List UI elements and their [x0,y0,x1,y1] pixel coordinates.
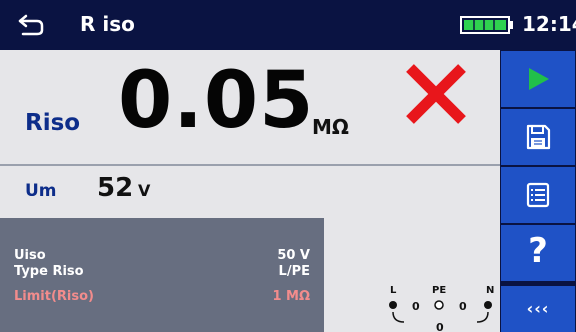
riso-unit: MΩ [312,115,349,139]
fail-x-icon [406,64,466,124]
param-value: 1 MΩ [272,289,310,304]
terminal-value-pe-n: 0 [459,300,467,313]
header-bar: R iso 12:14 [0,0,576,50]
param-label: Type Riso [14,264,84,279]
terminal-label-pe: PE [432,285,446,296]
riso-value: 0.05 [118,56,315,146]
terminal-dot-pe [434,300,444,310]
play-icon [529,68,549,90]
terminal-dot-n [484,301,492,309]
terminal-dot-l [389,301,397,309]
terminal-diagram: L PE N 0 0 0 [389,285,494,332]
terminal-value-l-pe: 0 [412,300,420,313]
start-button[interactable] [501,51,575,107]
parameters-panel[interactable]: Uiso 50 V Type Riso L/PE Limit(Riso) 1 M… [0,218,324,332]
param-label: Limit(Riso) [14,289,94,304]
terminal-label-n: N [486,285,494,296]
results-list-button[interactable] [501,167,575,223]
list-icon [526,182,550,208]
help-button[interactable]: ? [501,225,575,281]
terminal-label-l: L [390,285,397,296]
um-unit: V [138,181,151,200]
param-label: Uiso [14,248,46,263]
more-button[interactable]: ‹‹‹ [501,286,575,332]
page-title: R iso [80,12,135,36]
save-button[interactable] [501,109,575,165]
back-arrow-icon[interactable] [17,12,45,38]
param-value: 50 V [277,248,310,263]
more-icon: ‹‹‹ [526,299,550,318]
battery-icon [460,16,513,34]
sidebar: ? ‹‹‹ [500,50,576,332]
terminal-value-l-n: 0 [436,321,444,332]
help-icon: ? [528,231,548,271]
riso-label: Riso [25,110,81,136]
param-row-uiso[interactable]: Uiso 50 V [14,248,310,264]
save-icon [526,124,551,150]
param-value: L/PE [278,264,310,279]
param-row-type-riso[interactable]: Type Riso L/PE [14,264,310,280]
divider [0,164,500,166]
param-row-limit-riso[interactable]: Limit(Riso) 1 MΩ [14,289,310,305]
um-label: Um [25,181,57,201]
clock: 12:14 [522,12,576,36]
um-value: 52 [97,173,134,203]
